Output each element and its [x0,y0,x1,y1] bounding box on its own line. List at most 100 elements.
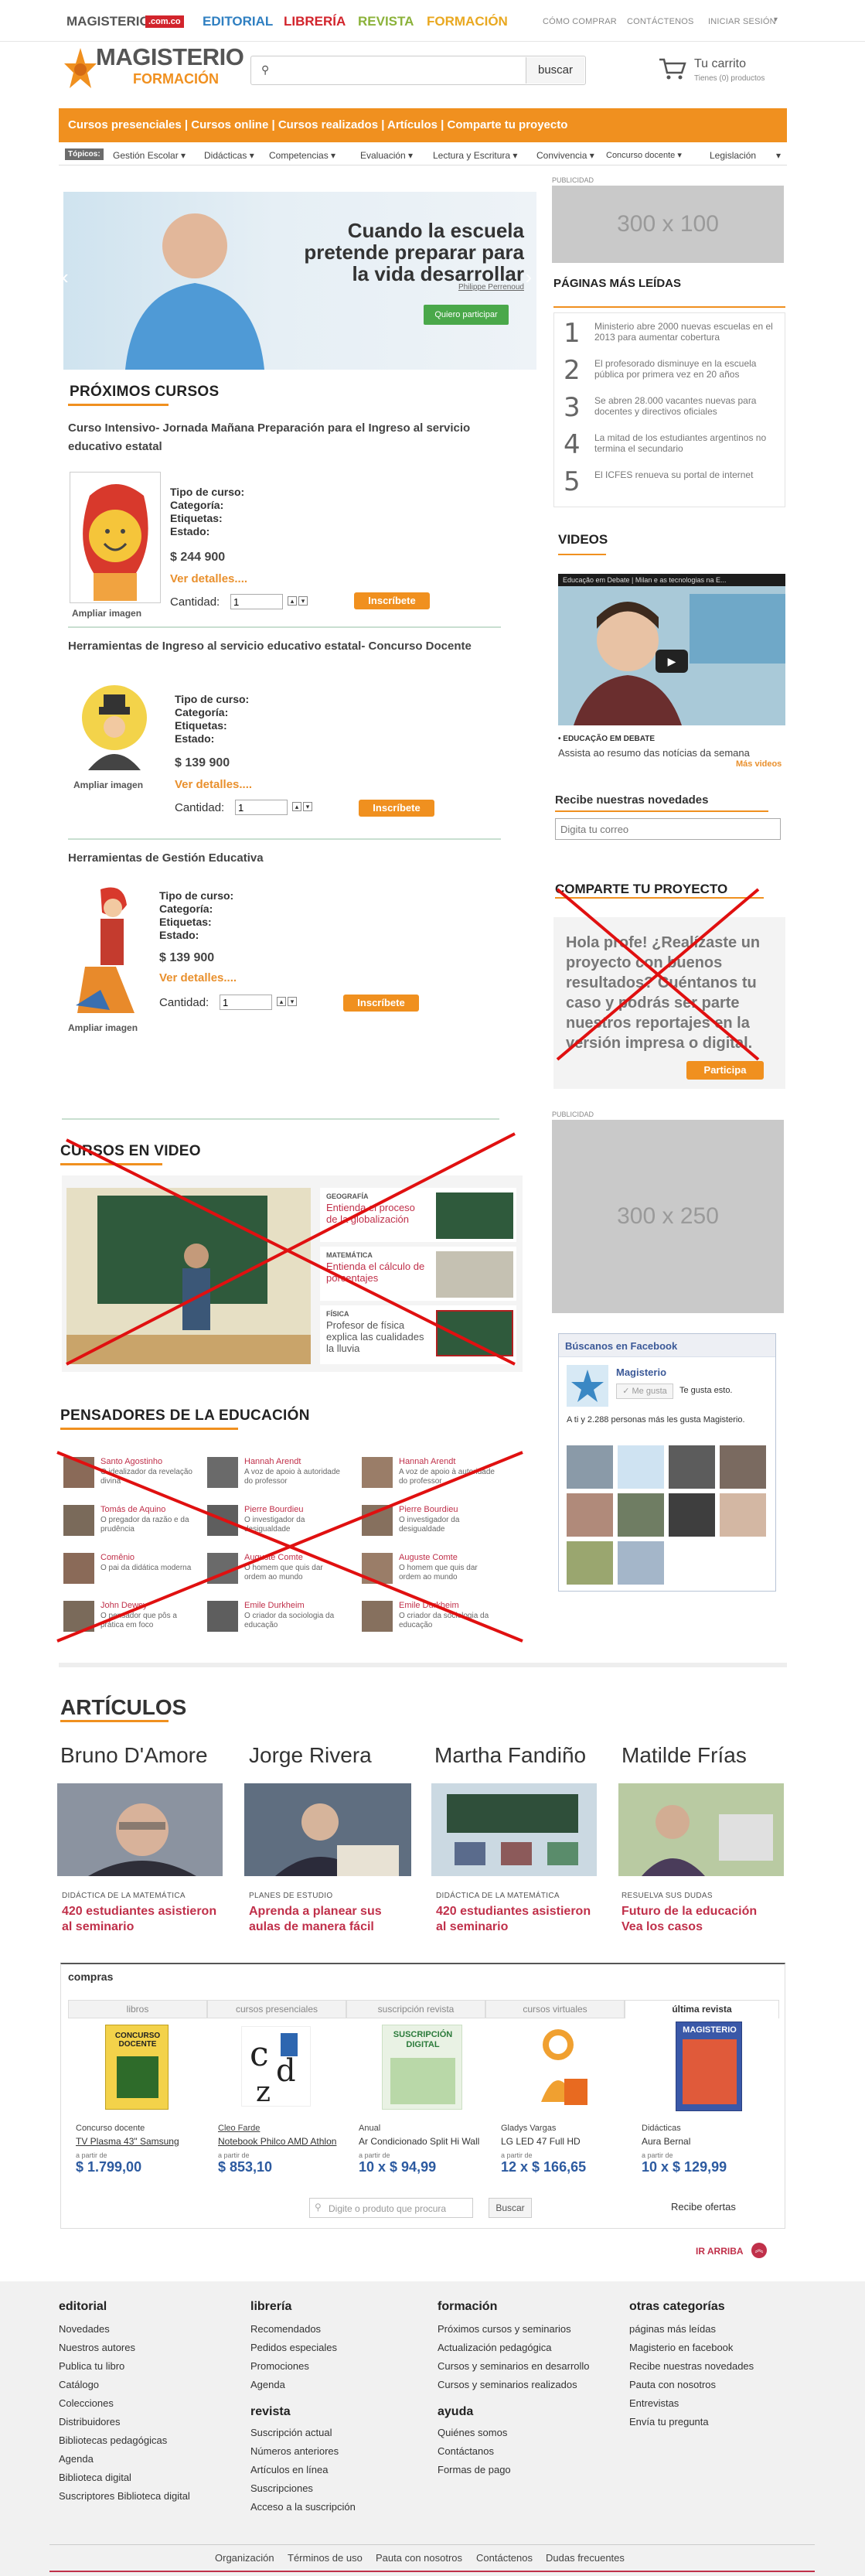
topic-legislacion[interactable]: Legislación [710,150,756,161]
footer-link[interactable]: Contáctanos [438,2442,590,2461]
course-title-2[interactable]: Herramientas de Ingreso al servicio educ… [68,637,501,656]
footer-bottom-link[interactable]: Dudas frecuentes [546,2552,625,2564]
qty-up-icon[interactable]: ▴ [277,997,286,1006]
tab-libros[interactable]: libros [68,2000,207,2018]
pensador-item[interactable]: Santo Agostinho O idealizador da revelaçã… [63,1455,203,1499]
course-details-link-1[interactable]: Ver detalles.... [170,572,247,585]
more-videos-link[interactable]: Más videos [736,759,782,769]
compras-search-input[interactable]: ⚲ Digite o produto que procura [309,2198,473,2218]
tab-cursos-presenciales[interactable]: cursos presenciales [207,2000,346,2018]
product-name[interactable]: Aura Bernal [642,2136,690,2147]
mas-leidas-item[interactable]: El profesorado disminuye en la escuela p… [594,358,777,380]
footer-bottom-link[interactable]: Pauta con nosotros [376,2552,462,2564]
footer-link[interactable]: Formas de pago [438,2461,590,2479]
article-author[interactable]: Bruno D'Amore [60,1743,208,1768]
inscribete-button-3[interactable]: Inscríbete [343,995,419,1012]
qty-down-icon[interactable]: ▾ [298,596,308,606]
mas-leidas-item[interactable]: Se abren 28.000 vacantes nuevas para doc… [594,395,777,417]
pensador-item[interactable]: Hannah Arendt A voz de apoio à autoridade… [362,1455,501,1499]
pensador-item[interactable]: Pierre Bourdieu O investigador da desigua… [207,1503,346,1547]
footer-link[interactable]: Agenda [250,2376,356,2394]
ir-arriba-link[interactable]: IR ARRIBA [696,2246,744,2257]
course-image-1[interactable] [70,472,161,603]
footer-link[interactable]: Quiénes somos [438,2424,590,2442]
pensador-item[interactable]: Emile Durkheim O criador da sociologia da… [362,1599,501,1643]
chevron-down-icon[interactable]: ▾ [774,15,778,24]
main-nav-links[interactable]: Cursos presenciales | Cursos online | Cu… [68,118,567,131]
footer-link[interactable]: Cursos y seminarios realizados [438,2376,590,2394]
topic-didacticas[interactable]: Didácticas ▾ [204,150,254,161]
footer-link[interactable]: Novedades [59,2320,190,2339]
arrow-up-icon[interactable]: ︽ [751,2243,767,2258]
mas-leidas-item[interactable]: Ministerio abre 2000 nuevas escuelas en … [594,321,777,343]
article-title[interactable]: 420 estudiantes asistieron al seminario [436,1904,595,1935]
newsletter-email-input[interactable] [555,818,781,840]
cart-icon[interactable] [659,57,686,80]
inscribete-button-1[interactable]: Inscríbete [354,592,430,609]
pensador-item[interactable]: John Dewey O pensador que pôs a prática e… [63,1599,203,1643]
carousel-prev-icon[interactable]: ‹ [63,265,69,289]
footer-link[interactable]: páginas más leídas [629,2320,754,2339]
footer-link[interactable]: Recibe nuestras novedades [629,2357,754,2376]
topic-convivencia[interactable]: Convivencia ▾ [536,150,594,161]
qty-input-2[interactable] [235,800,288,815]
video-course-item[interactable]: MATEMÁTICA Entienda el cálculo de porcen… [320,1247,516,1301]
mas-leidas-item[interactable]: El ICFES renueva su portal de internet [594,469,777,480]
pensador-item[interactable]: Auguste Comte O homem que quis dar ordem … [207,1551,346,1595]
video-course-main[interactable] [66,1188,311,1364]
footer-link[interactable]: Promociones [250,2357,356,2376]
compras-search-button[interactable]: Buscar [489,2198,532,2218]
tab-suscripcion-revista[interactable]: suscripción revista [346,2000,485,2018]
footer-link[interactable]: Acceso a la suscripción [250,2498,356,2516]
course-image-2[interactable] [70,684,159,776]
product-name[interactable]: Ar Condicionado Split Hi Wall [359,2136,479,2147]
course-details-link-3[interactable]: Ver detalles.... [159,971,237,984]
article-image[interactable] [618,1783,784,1876]
topic-gestion[interactable]: Gestión Escolar ▾ [113,150,186,161]
brand-editorial[interactable]: EDITORIAL [203,14,273,29]
footer-link[interactable]: Recomendados [250,2320,356,2339]
video-caption[interactable]: Assista ao resumo das notícias da semana [558,747,750,759]
ad-banner-small[interactable]: 300 x 100 [552,186,784,263]
footer-link[interactable]: Pedidos especiales [250,2339,356,2357]
chevron-down-icon[interactable]: ▾ [776,150,781,161]
article-author[interactable]: Martha Fandiño [434,1743,586,1768]
footer-link[interactable]: Catálogo [59,2376,190,2394]
article-title[interactable]: 420 estudiantes asistieron al seminario [62,1904,221,1935]
footer-bottom-link[interactable]: Organización [215,2552,274,2564]
carousel-next-icon[interactable]: › [525,265,532,289]
footer-link[interactable]: Suscriptores Biblioteca digital [59,2487,190,2506]
footer-link[interactable]: Envía tu pregunta [629,2413,754,2431]
video-course-item[interactable]: GEOGRAFÍA Entienda el proceso de la glob… [320,1188,516,1242]
inscribete-button-2[interactable]: Inscríbete [359,800,434,817]
footer-link[interactable]: Bibliotecas pedagógicas [59,2431,190,2450]
course-details-link-2[interactable]: Ver detalles.... [175,778,252,791]
qty-up-icon[interactable]: ▴ [288,596,297,606]
facebook-page-name[interactable]: Magisterio [616,1366,666,1378]
footer-link[interactable]: Magisterio en facebook [629,2339,754,2357]
topic-evaluacion[interactable]: Evaluación ▾ [360,150,413,161]
product-image[interactable] [526,2025,591,2110]
footer-link[interactable]: Publica tu libro [59,2357,190,2376]
article-author[interactable]: Jorge Rivera [249,1743,372,1768]
topic-concurso[interactable]: Concurso docente ▾ [606,150,682,160]
link-iniciar-sesion[interactable]: INICIAR SESIÓN [708,17,776,26]
footer-link[interactable]: Colecciones [59,2394,190,2413]
hero-banner[interactable]: ‹ › Cuando la escuela pretende preparar … [63,192,536,370]
product-category[interactable]: Cleo Farde [218,2124,260,2133]
footer-bottom-link[interactable]: Contáctenos [476,2552,533,2564]
facebook-avatar[interactable] [567,1365,608,1407]
brand-dotcom[interactable]: .com.co [145,15,184,28]
play-icon[interactable]: ▶ [656,650,688,673]
article-author[interactable]: Matilde Frías [622,1743,747,1768]
product-image[interactable]: MAGISTERIO [676,2022,742,2111]
pensador-item[interactable]: Emile Durkheim O criador da sociologia da… [207,1599,346,1643]
logo-star-icon[interactable] [63,46,97,93]
product-image[interactable]: cdz [241,2026,311,2108]
hero-cta-button[interactable]: Quiero participar [424,305,509,325]
enlarge-image-link[interactable]: Ampliar imagen [72,608,141,619]
course-title-1[interactable]: Curso Intensivo- Jornada Mañana Preparac… [68,419,501,456]
ad-banner-large[interactable]: 300 x 250 [552,1120,784,1313]
pensador-item[interactable]: Hannah Arendt A voz de apoio à autoridade… [207,1455,346,1499]
product-image[interactable]: SUSCRIPCIÓN DIGITAL [382,2025,462,2110]
